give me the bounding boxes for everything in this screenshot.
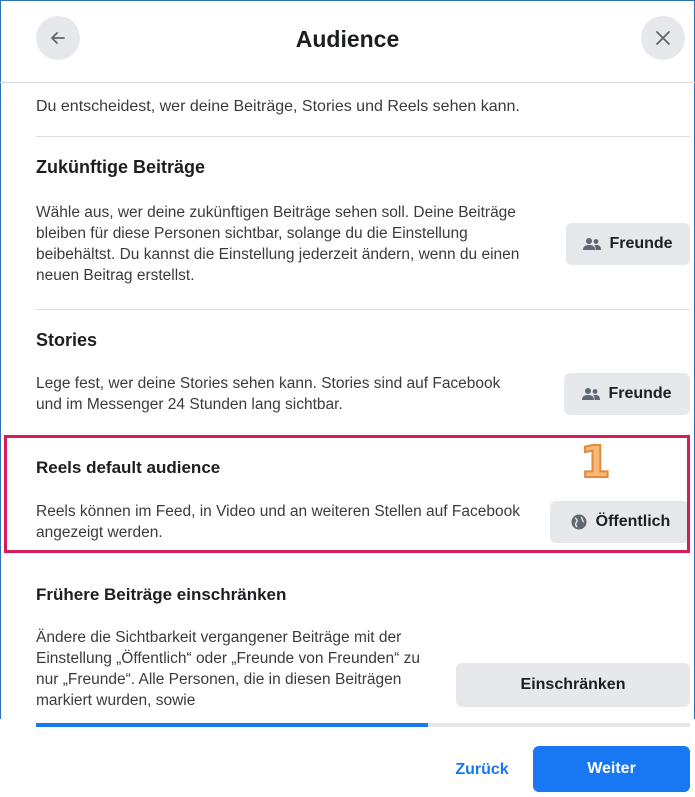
section-text-limit-past-posts: Ändere die Sichtbarkeit vergangener Beit… [36,629,420,709]
stories-audience-label: Freunde [608,385,672,402]
intro-text: Du entscheidest, wer deine Beiträge, Sto… [36,98,520,115]
friends-icon [582,388,601,400]
section-title-future-posts: Zukünftige Beiträge [36,157,206,177]
divider [36,136,690,137]
divider [36,309,690,310]
limit-past-posts-label: Einschränken [520,676,626,693]
next-button[interactable]: Weiter [533,746,690,792]
stories-audience-button[interactable]: Freunde [564,373,690,415]
future-posts-audience-label: Freunde [609,235,673,252]
back-footer-button[interactable]: Zurück [440,755,524,785]
limit-past-posts-button[interactable]: Einschränken [456,663,690,707]
friends-icon [583,238,602,250]
dialog-title: Audience [295,26,400,52]
annotation-marker: 1 [579,437,612,488]
section-title-limit-past-posts: Frühere Beiträge einschränken [36,585,287,604]
dialog-header: Audience [0,0,695,83]
close-button[interactable] [641,16,685,60]
future-posts-audience-button[interactable]: Freunde [566,223,690,265]
section-text-future-posts: Wähle aus, wer deine zukünftigen Beiträg… [36,204,520,284]
section-title-stories: Stories [36,330,98,350]
close-icon [656,31,670,45]
scroll-progress-fill [36,723,429,727]
section-text-stories: Lege fest, wer deine Stories sehen kann.… [36,375,501,413]
scroll-progress [36,723,690,727]
